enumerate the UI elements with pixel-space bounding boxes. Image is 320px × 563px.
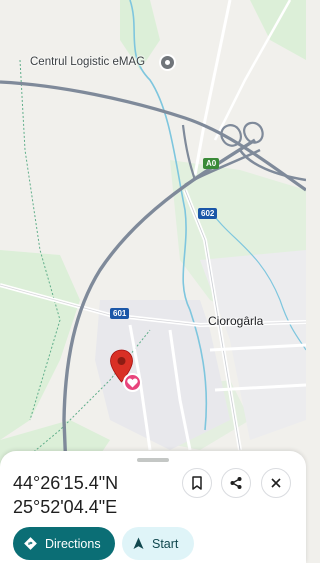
share-button[interactable] — [221, 468, 251, 498]
latitude-text: 44°26'15.4"N — [13, 473, 119, 493]
longitude-text: 25°52'04.4"E — [13, 497, 118, 517]
close-button[interactable] — [261, 468, 291, 498]
directions-label: Directions — [45, 536, 101, 551]
start-button[interactable]: Start — [122, 527, 194, 560]
drag-handle[interactable] — [137, 458, 169, 462]
bookmark-icon — [192, 476, 202, 490]
heart-icon[interactable] — [123, 373, 142, 392]
place-details-sheet: 44°26'15.4"N 25°52'04.4"E Directions Sta… — [0, 451, 306, 563]
poi-label[interactable]: Centrul Logistic eMAG — [30, 56, 145, 68]
directions-icon — [24, 537, 37, 550]
save-button[interactable] — [182, 468, 212, 498]
share-icon — [230, 477, 242, 489]
road-shield-601: 601 — [110, 308, 130, 319]
poi-pin-icon[interactable] — [159, 54, 176, 71]
road-shield-a0: A0 — [203, 158, 220, 169]
start-label: Start — [152, 536, 179, 551]
close-icon — [271, 478, 281, 488]
navigation-arrow-icon — [133, 537, 144, 549]
directions-button[interactable]: Directions — [13, 527, 115, 560]
place-label[interactable]: Ciorogârla — [208, 314, 263, 328]
road-shield-602: 602 — [198, 208, 218, 219]
